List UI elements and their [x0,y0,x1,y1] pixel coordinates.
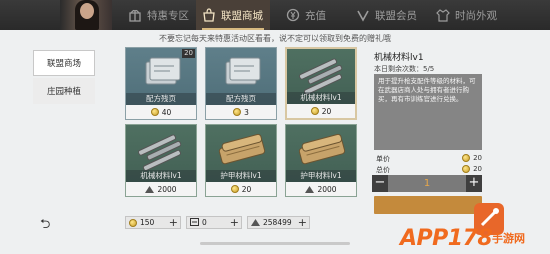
coin-icon [233,108,242,116]
add-alliance-coin-button[interactable]: + [298,217,307,228]
shop-icon [202,8,216,22]
unit-price-label: 单价 [376,155,390,163]
currency-value: 258499 [263,218,292,227]
coin-icon [462,154,471,162]
tab-label: 联盟商城 [221,9,263,22]
item-price: 40 [126,105,196,119]
item-price-value: 20 [241,184,252,194]
sidebar-item-alliance-shop[interactable]: 联盟商场 [33,50,95,76]
item-name: 机械材料lv1 [287,92,355,104]
shop-item-armor-material[interactable]: 护甲材料lv1 20 [205,124,277,197]
item-price: 20 [287,104,355,118]
alliance-coin-icon [145,185,155,193]
recharge-icon [286,8,300,22]
currency-ticket: 0 + [186,216,242,229]
decrease-quantity-button[interactable]: − [372,175,388,192]
mechanical-parts-icon [126,131,196,171]
top-nav-bar: 特惠专区 联盟商城 充值 联盟会员 时尚外观 [0,0,550,30]
alliance-coin-icon [251,219,260,226]
coin-icon [310,107,319,115]
detail-title: 机械材料lv1 [374,53,424,63]
item-price-value: 20 [321,106,332,116]
tab-recharge[interactable]: 充值 [286,0,332,30]
armor-cloth-icon [206,131,276,171]
mechanical-parts-icon [287,55,355,95]
item-price: 2000 [286,182,356,196]
add-coin-button[interactable]: + [169,217,178,228]
item-price-value: 2000 [317,184,337,194]
recipe-page-icon [206,54,276,94]
sidebar-item-manor-planting[interactable]: 庄园种植 [33,78,95,104]
tab-alliance-shop[interactable]: 联盟商城 [196,0,270,30]
shop-item-mechanical-material[interactable]: 机械材料lv1 2000 [125,124,197,197]
home-indicator [200,242,350,245]
shop-item-mechanical-material[interactable]: 机械材料lv1 20 [285,47,357,120]
total-price-value: 20 [473,165,482,173]
coin-icon [230,185,239,193]
tab-special-offers[interactable]: 特惠专区 [128,0,194,30]
item-name: 护甲材料lv1 [286,170,356,182]
item-price: 20 [206,182,276,196]
coin-icon [462,165,471,173]
add-ticket-button[interactable]: + [230,217,239,228]
quantity-input[interactable]: 1 [388,175,466,192]
tab-label: 时尚外观 [455,9,497,22]
sidebar-item-label: 庄园种植 [46,87,81,97]
tab-alliance-vip[interactable]: 联盟会员 [356,0,422,30]
item-price: 2000 [126,182,196,196]
detail-description: 用于提升枪支配件等级的材料，可在武器店商人处与拥有者进行购买，再有市训练官进行兑… [374,74,482,150]
alliance-coin-icon [305,185,315,193]
player-avatar[interactable] [60,0,112,30]
shop-item-recipe-page[interactable]: 配方残页 3 [205,47,277,120]
shop-item-armor-material[interactable]: 护甲材料lv1 2000 [285,124,357,197]
gift-icon [128,8,142,22]
currency-alliance-coin: 258499 + [247,216,310,229]
detail-remaining-count: 本日剩余次数：5/5 [374,65,435,73]
currency-coin: 150 + [125,216,181,229]
quantity-stepper: − 1 + [372,175,482,192]
item-price-value: 40 [161,107,172,117]
currency-value: 150 [140,218,155,227]
fashion-icon [436,8,450,22]
armor-cloth-icon [286,131,356,171]
item-price: 3 [206,105,276,119]
item-name: 护甲材料lv1 [206,170,276,182]
tab-label: 特惠专区 [147,9,189,22]
item-name: 配方残页 [126,93,196,105]
tab-fashion[interactable]: 时尚外观 [436,0,510,30]
vip-icon [356,8,370,22]
item-name: 配方残页 [206,93,276,105]
ticket-icon [190,217,199,228]
item-name: 机械材料lv1 [126,170,196,182]
tab-label: 联盟会员 [375,9,417,22]
watermark-subtext: 手游网 [492,232,525,245]
sidebar-item-label: 联盟商场 [46,59,81,69]
unit-price: 20 [462,154,482,162]
back-button[interactable]: ⮌ [40,218,58,232]
purchase-button[interactable] [374,196,482,214]
watermark-text: APP178 [400,226,493,251]
recipe-page-icon [126,54,196,94]
tab-label: 充值 [305,9,326,22]
item-price-value: 2000 [157,184,177,194]
coin-icon [129,218,137,227]
shop-item-recipe-page[interactable]: 20 配方残页 40 [125,47,197,120]
total-price-label: 总价 [376,166,390,174]
coin-icon [150,108,159,116]
unit-price-value: 20 [473,154,482,162]
total-price: 20 [462,165,482,173]
increase-quantity-button[interactable]: + [466,175,482,192]
item-price-value: 3 [244,107,249,117]
currency-value: 0 [202,218,207,227]
